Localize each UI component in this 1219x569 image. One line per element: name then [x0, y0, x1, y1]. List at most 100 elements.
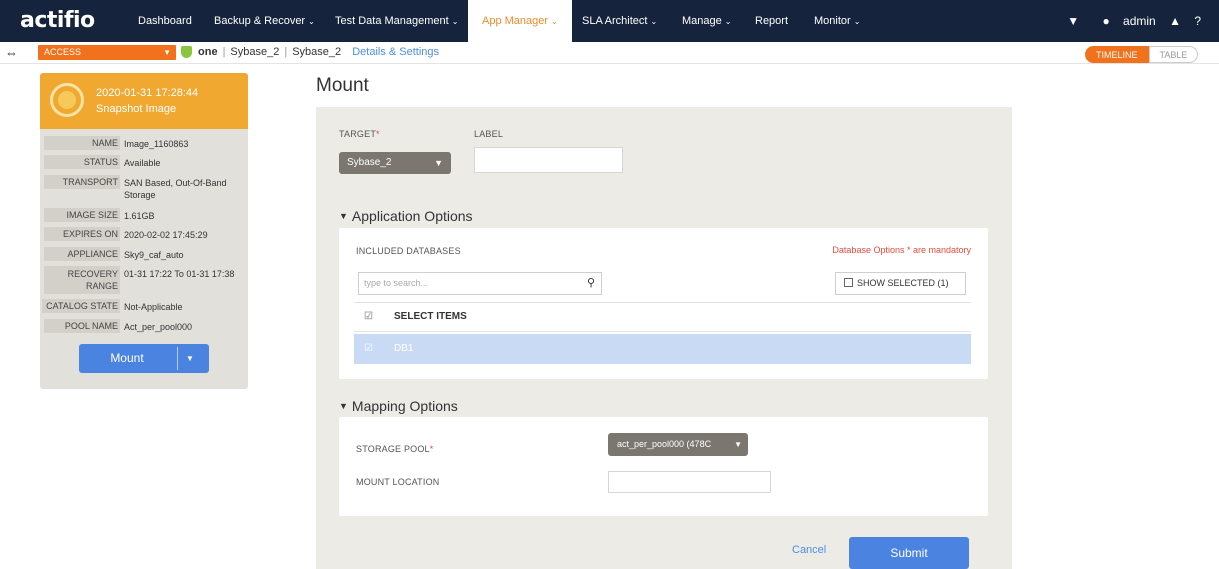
snapshot-ring-icon: [50, 83, 84, 117]
prop-value: Available: [124, 158, 161, 168]
prop-value: 1.61GB: [124, 211, 155, 221]
storage-pool-value: act_per_pool000 (478C: [617, 439, 712, 449]
storage-pool-label-text: STORAGE POOL: [356, 444, 430, 454]
search-placeholder: type to search...: [364, 278, 429, 288]
chevron-down-icon: ⌄: [650, 17, 658, 26]
nav-monitor[interactable]: Monitor ⌄: [812, 0, 862, 42]
target-select-value: Sybase_2: [347, 157, 392, 168]
shield-icon: [181, 46, 192, 58]
nav-sla-architect[interactable]: SLA Architect ⌄: [580, 0, 659, 42]
nav-test-data-management[interactable]: Test Data Management ⌄: [333, 0, 460, 42]
mapping-options-title: Mapping Options: [351, 398, 458, 414]
image-card-header: 2020-01-31 17:28:44 Snapshot Image: [40, 73, 248, 129]
nav-manage[interactable]: Manage ⌄: [680, 0, 733, 42]
nav-app-manager[interactable]: App Manager ⌄: [468, 0, 572, 42]
nav-report[interactable]: Report: [753, 0, 790, 42]
table-row[interactable]: ☑ DB1: [354, 334, 971, 364]
chevron-down-icon: ⌄: [724, 17, 732, 26]
nav-monitor-label: Monitor: [814, 15, 851, 27]
storage-pool-label: STORAGE POOL*: [356, 444, 433, 454]
caret-down-icon: ▼: [339, 401, 348, 411]
application-options-title: Application Options: [351, 208, 473, 224]
nav-report-label: Report: [755, 15, 789, 27]
image-type: Snapshot Image: [96, 103, 177, 115]
help-icon[interactable]: ?: [1194, 14, 1201, 28]
application-options-panel: INCLUDED DATABASES Database Options * ar…: [339, 228, 988, 379]
details-settings-link[interactable]: Details & Settings: [352, 46, 439, 58]
breadcrumb-app[interactable]: Sybase_2: [292, 46, 341, 58]
prop-value: Act_per_pool000: [124, 322, 193, 332]
required-marker: *: [376, 129, 380, 139]
prop-key: TRANSPORT: [44, 175, 120, 189]
top-nav: actifio Dashboard Backup & Recover ⌄ Test…: [0, 0, 1219, 42]
required-marker: *: [429, 444, 434, 454]
caret-down-icon: ▼: [339, 211, 348, 221]
prop-value: Not-Applicable: [124, 302, 183, 312]
page-title: Mount: [316, 75, 369, 96]
label-input[interactable]: [474, 147, 623, 173]
image-datetime: 2020-01-31 17:28:44: [96, 87, 199, 99]
show-selected-label: SHOW SELECTED (1): [857, 278, 949, 288]
mandatory-note: Database Options * are mandatory: [832, 245, 971, 255]
access-select[interactable]: ACCESS ▼: [38, 45, 176, 60]
chevron-down-icon: ⌄: [853, 17, 861, 26]
timeline-toggle[interactable]: TIMELINE: [1085, 46, 1149, 63]
bell-icon[interactable]: ▲: [1169, 14, 1181, 28]
select-all-checkbox[interactable]: ☑: [364, 303, 373, 331]
mapping-options-panel: STORAGE POOL* act_per_pool000 (478C ▼ MO…: [339, 417, 988, 516]
included-databases-label: INCLUDED DATABASES: [356, 246, 461, 256]
prop-key: IMAGE SIZE: [44, 208, 120, 222]
prop-value: 01-31 17:22 To 01-31 17:38: [124, 269, 235, 279]
chevron-down-icon: ⌄: [451, 17, 459, 26]
nav-manage-label: Manage: [682, 15, 722, 27]
prop-value: SAN Based, Out-Of-Band Storage: [124, 178, 227, 200]
breadcrumb-appliance[interactable]: one: [198, 46, 218, 58]
nav-right-tools: ▼ ● admin ▲ ?: [1057, 0, 1201, 42]
prop-key: POOL NAME: [44, 319, 120, 333]
row-checkbox[interactable]: ☑: [364, 334, 373, 364]
prop-key: CATALOG STATE: [42, 299, 120, 313]
prop-key: EXPIRES ON: [44, 227, 120, 241]
mount-location-input[interactable]: [608, 471, 771, 493]
nav-dashboard-label: Dashboard: [138, 15, 192, 27]
checkbox-icon: [844, 278, 853, 287]
table-toggle[interactable]: TABLE: [1148, 46, 1199, 63]
chevron-down-icon: ⌄: [551, 17, 558, 26]
storage-pool-select[interactable]: act_per_pool000 (478C ▼: [608, 433, 748, 456]
prop-value: Sky9_caf_auto: [124, 250, 184, 260]
application-options-header[interactable]: ▼ Application Options: [339, 208, 473, 224]
submit-button[interactable]: Submit: [849, 537, 969, 569]
filter-icon[interactable]: ▼: [1067, 14, 1079, 28]
mount-location-label: MOUNT LOCATION: [356, 477, 440, 487]
access-select-value: ACCESS: [44, 47, 82, 57]
search-input[interactable]: type to search... ⚲: [358, 272, 602, 295]
prop-key: STATUS: [44, 155, 120, 169]
nav-backup-recover-label: Backup & Recover: [214, 15, 306, 27]
chevron-down-icon: ▼: [163, 48, 171, 57]
prop-value: Image_1160863: [124, 139, 189, 149]
nav-dashboard[interactable]: Dashboard: [136, 0, 194, 42]
button-divider: [177, 347, 178, 370]
user-menu[interactable]: ● admin: [1092, 14, 1155, 28]
cancel-button[interactable]: Cancel: [792, 544, 826, 556]
actifio-logo[interactable]: actifio: [20, 8, 95, 33]
target-select[interactable]: Sybase_2 ▼: [339, 152, 451, 174]
mapping-options-header[interactable]: ▼ Mapping Options: [339, 398, 458, 414]
label-field-label: LABEL: [474, 129, 504, 139]
search-icon[interactable]: ⚲: [587, 273, 595, 294]
target-label: TARGET*: [339, 129, 380, 139]
breadcrumb: one | Sybase_2 | Sybase_2 Details & Settings: [198, 46, 440, 58]
nav-backup-recover[interactable]: Backup & Recover ⌄: [212, 0, 317, 42]
user-icon: ●: [1102, 14, 1110, 28]
select-items-header: SELECT ITEMS: [394, 311, 467, 322]
mount-button[interactable]: Mount ▼: [79, 344, 209, 373]
show-selected-checkbox[interactable]: SHOW SELECTED (1): [835, 272, 966, 295]
back-arrows-icon[interactable]: ⇔: [5, 45, 18, 60]
target-label-text: TARGET: [339, 129, 377, 139]
chevron-down-icon[interactable]: ▼: [186, 344, 194, 373]
chevron-down-icon: ▼: [434, 158, 443, 168]
prop-value: 2020-02-02 17:45:29: [124, 230, 208, 240]
breadcrumb-host[interactable]: Sybase_2: [230, 46, 279, 58]
nav-app-manager-label: App Manager: [482, 15, 549, 27]
chevron-down-icon: ▼: [731, 433, 742, 456]
